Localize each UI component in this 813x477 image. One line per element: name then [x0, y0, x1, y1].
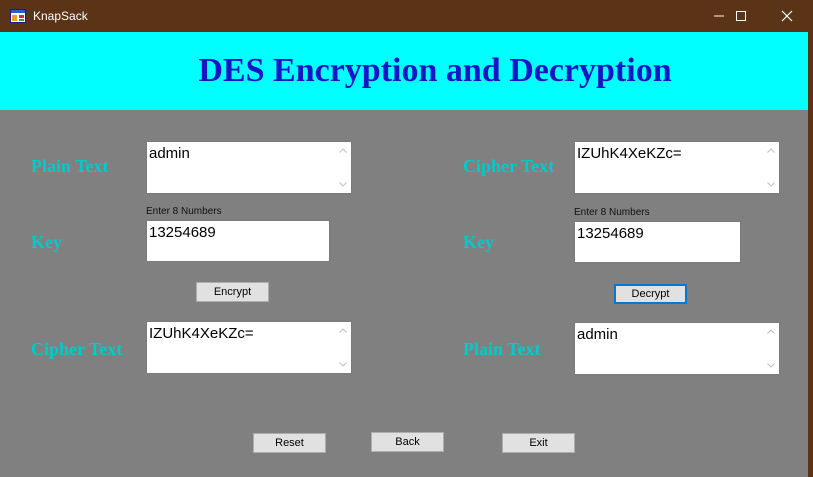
scroll-up-icon[interactable]: [762, 142, 779, 159]
close-button[interactable]: [764, 0, 810, 32]
scroll-up-icon[interactable]: [334, 142, 351, 159]
scroll-down-icon[interactable]: [762, 176, 779, 193]
encrypt-key-hint: Enter 8 Numbers: [146, 206, 222, 217]
cipher-text-value: IZUhK4XeKZc=: [149, 325, 254, 342]
encrypt-key-input[interactable]: 13254689: [146, 220, 330, 262]
decrypt-key-value: 13254689: [577, 225, 644, 242]
exit-button[interactable]: Exit: [502, 433, 575, 453]
encrypt-key-label: Key: [31, 232, 62, 252]
form-area: DES Encryption and Decryption Plain Text…: [0, 32, 808, 477]
plain-text-value: admin: [149, 145, 190, 162]
encrypt-key-value: 13254689: [149, 224, 216, 241]
maximize-button[interactable]: [718, 0, 764, 32]
decrypt-plain-scrollbar[interactable]: [762, 323, 779, 374]
decrypt-key-hint: Enter 8 Numbers: [574, 207, 650, 218]
scroll-down-icon[interactable]: [334, 176, 351, 193]
scroll-up-icon[interactable]: [334, 322, 351, 339]
scroll-up-icon[interactable]: [762, 323, 779, 340]
decrypt-cipher-input[interactable]: IZUhK4XeKZc=: [574, 141, 780, 194]
decrypt-key-label: Key: [463, 232, 494, 252]
decrypt-cipher-label: Cipher Text: [463, 156, 555, 176]
scroll-down-icon[interactable]: [762, 357, 779, 374]
cipher-text-output[interactable]: IZUhK4XeKZc=: [146, 321, 352, 374]
encrypt-button[interactable]: Encrypt: [196, 282, 269, 302]
window-title: KnapSack: [33, 9, 88, 23]
close-icon: [781, 10, 793, 22]
header-banner: DES Encryption and Decryption: [0, 32, 808, 110]
decrypt-plain-value: admin: [577, 326, 618, 343]
plain-text-scrollbar[interactable]: [334, 142, 351, 193]
reset-button[interactable]: Reset: [253, 433, 326, 453]
decrypt-plain-label: Plain Text: [463, 339, 541, 359]
app-icon: [10, 9, 26, 23]
decrypt-cipher-value: IZUhK4XeKZc=: [577, 145, 682, 162]
decrypt-cipher-scrollbar[interactable]: [762, 142, 779, 193]
back-button[interactable]: Back: [371, 432, 444, 452]
plain-text-label: Plain Text: [31, 156, 109, 176]
decrypt-key-input[interactable]: 13254689: [574, 221, 741, 263]
plain-text-input[interactable]: admin: [146, 141, 352, 194]
cipher-text-label: Cipher Text: [31, 339, 123, 359]
scroll-down-icon[interactable]: [334, 356, 351, 373]
maximize-icon: [736, 11, 746, 21]
decrypt-button[interactable]: Decrypt: [614, 284, 687, 304]
page-title: DES Encryption and Decryption: [198, 52, 672, 89]
decrypt-plain-output[interactable]: admin: [574, 322, 780, 375]
title-bar[interactable]: KnapSack: [0, 0, 813, 32]
cipher-text-scrollbar[interactable]: [334, 322, 351, 373]
